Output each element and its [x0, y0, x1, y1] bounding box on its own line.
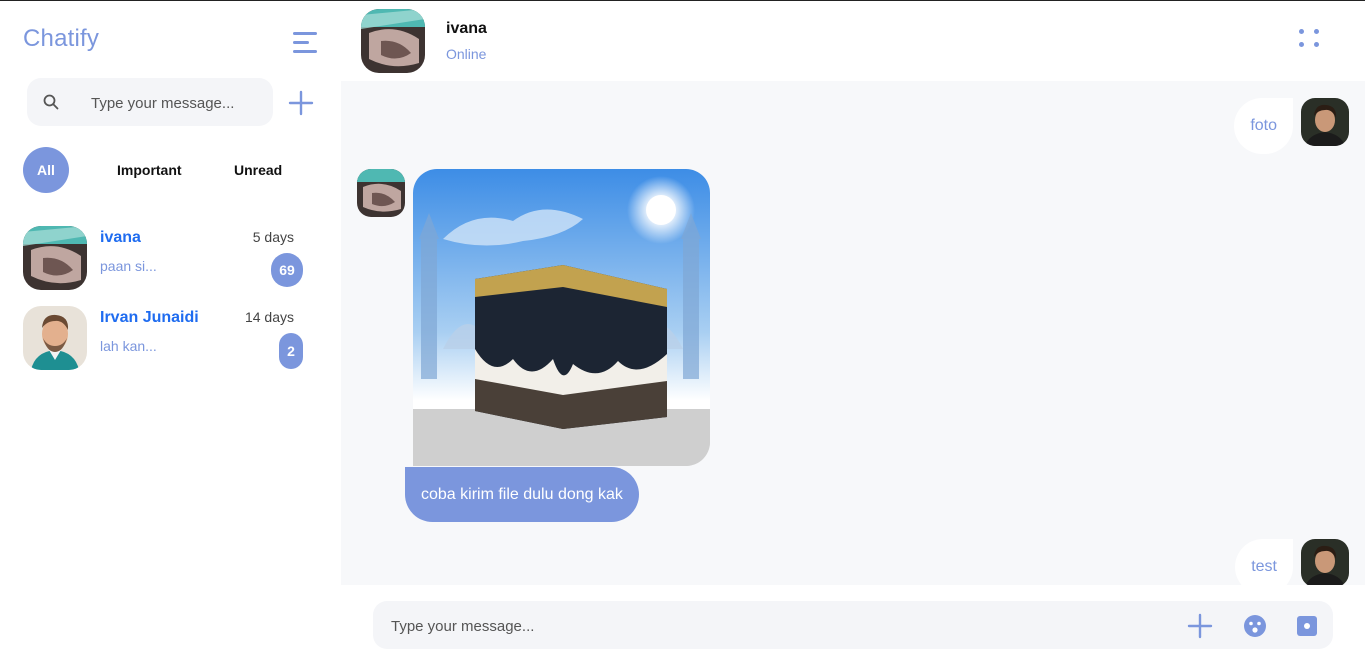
message-composer — [373, 601, 1333, 651]
message-list[interactable]: foto coba kirim file dulu dong kak test — [341, 81, 1365, 585]
contact-time: 5 days — [252, 229, 294, 245]
more-dots-icon[interactable] — [1296, 26, 1322, 52]
contact-name: Irvan Junaidi — [100, 309, 199, 326]
search-box — [27, 78, 273, 128]
contact-item-irvan-junaidi[interactable]: Irvan Junaidi lah kan... 14 days 2 — [23, 306, 313, 372]
add-contact-plus-icon[interactable] — [288, 90, 314, 116]
brand-logo: Chatify — [23, 25, 100, 52]
my-avatar — [1301, 539, 1349, 585]
sent-message: foto — [1234, 98, 1293, 154]
tab-important[interactable]: Important — [117, 162, 182, 178]
chat-partner-avatar[interactable] — [361, 9, 425, 73]
tab-unread[interactable]: Unread — [234, 162, 282, 178]
menu-icon[interactable] — [293, 32, 319, 56]
message-input[interactable] — [389, 601, 1153, 651]
image-attachment[interactable] — [413, 169, 710, 466]
chat-partner-name: ivana — [446, 20, 487, 37]
chat-partner-status: Online — [446, 46, 487, 62]
sent-message: test — [1235, 539, 1293, 585]
attach-plus-icon[interactable] — [1187, 613, 1213, 639]
search-icon — [43, 94, 59, 110]
tab-all[interactable]: All — [23, 147, 69, 193]
unread-badge: 69 — [271, 253, 303, 287]
sender-avatar — [357, 169, 405, 217]
contact-name: ivana — [100, 229, 141, 246]
contact-time: 14 days — [244, 309, 294, 325]
received-message: coba kirim file dulu dong kak — [405, 467, 639, 522]
contact-preview: paan si... — [100, 258, 157, 274]
sidebar: Chatify All Important Unread — [0, 1, 341, 667]
contact-item-ivana[interactable]: ivana paan si... 5 days 69 — [23, 226, 313, 292]
unread-badge: 2 — [279, 333, 303, 369]
contact-avatar — [23, 226, 87, 290]
my-avatar — [1301, 98, 1349, 146]
search-input[interactable] — [89, 78, 268, 128]
chat-header: ivana Online — [341, 1, 1365, 81]
emoji-icon[interactable] — [1242, 613, 1268, 639]
image-icon[interactable] — [1294, 613, 1320, 639]
contact-avatar — [23, 306, 87, 370]
contact-preview: lah kan... — [100, 338, 157, 354]
